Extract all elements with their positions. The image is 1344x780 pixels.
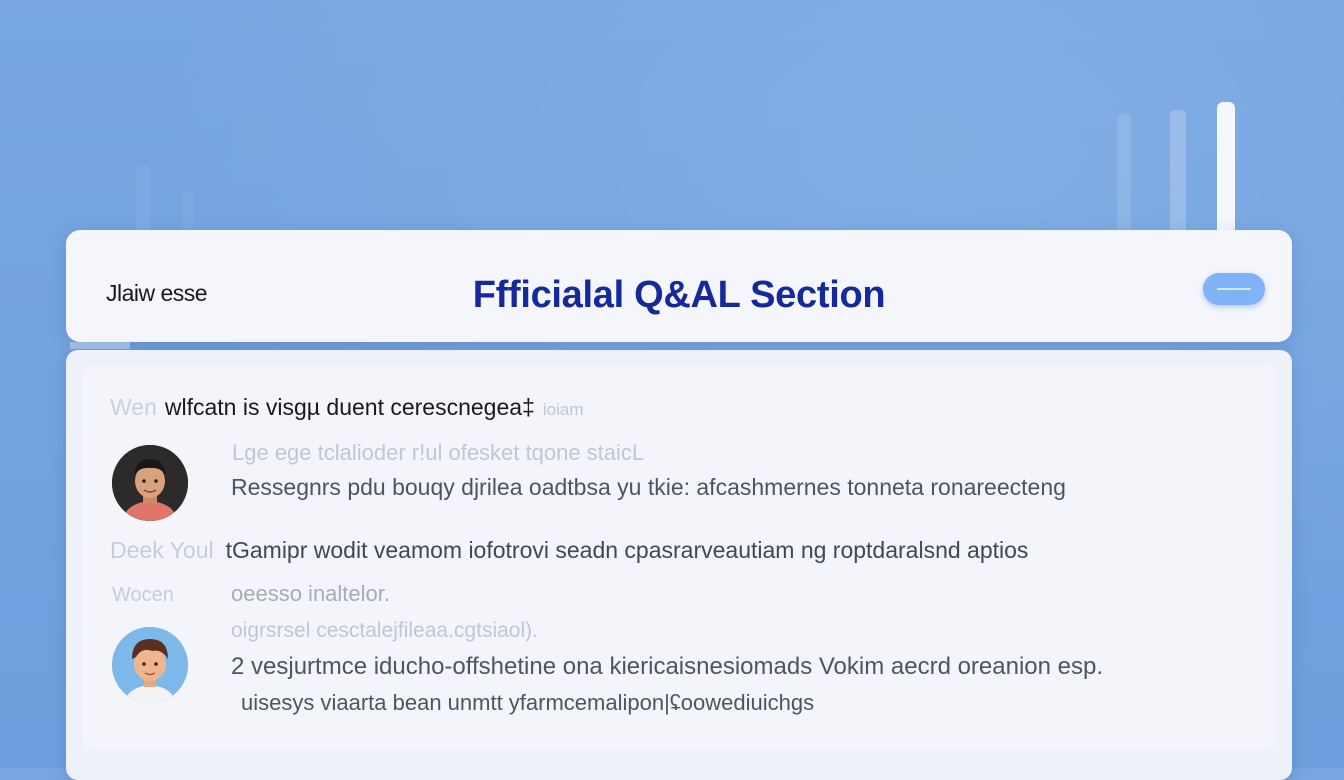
decorative-bar	[182, 190, 194, 235]
answer-1-text: Ressegnrs pdu bouqy djrilea oadtbsa yu t…	[231, 474, 1066, 500]
header-accent	[70, 342, 130, 349]
question-2: Deek Youl tGamipr wodit veamom iofotrovi …	[110, 537, 1028, 564]
answer-2-subtitle-secondary: oigrsrsel cesctalejfileaa.cgtsiaol).	[231, 619, 538, 642]
decorative-bar	[1117, 114, 1131, 234]
user-avatar-icon	[112, 627, 188, 703]
question-1-text: wlfcatn is visgµ duent cerescnegea‡	[164, 394, 535, 420]
question-1-suffix: ioiam	[542, 400, 584, 419]
page-title: Ffficialal Q&AL Section	[472, 274, 886, 316]
decorative-bar	[136, 165, 150, 235]
question-1-prefix: Wen	[110, 394, 157, 420]
question-2-prefix: Deek Youl	[110, 537, 214, 563]
answer-2-text: 2 vesjurtmce iducho-offshetine ona kieri…	[231, 653, 1104, 680]
question-2-text: tGamipr wodit veamom iofotrovi seadn cpa…	[225, 537, 1029, 563]
decorative-bar	[1170, 110, 1186, 235]
decorative-bar	[1217, 102, 1235, 237]
answer-2-text-continued: uisesys viaarta bean unmtt yfarmcemalipo…	[241, 690, 815, 715]
toggle-switch-icon[interactable]	[1203, 273, 1265, 305]
header-card: Jlaiw esse Ffficialal Q&AL Section	[66, 230, 1292, 342]
user-avatar-icon	[112, 445, 188, 521]
answer-2-subtitle: oeesso inaltelor.	[231, 581, 390, 606]
answer-2-side-label: Wocen	[112, 584, 174, 606]
answer-1-subtitle: Lge ege tclalioder r!ul ofesket tqone st…	[232, 440, 645, 465]
toggle-track	[1217, 288, 1251, 290]
question-1: Wen wlfcatn is visgµ duent cerescnegea‡ io…	[110, 394, 583, 421]
